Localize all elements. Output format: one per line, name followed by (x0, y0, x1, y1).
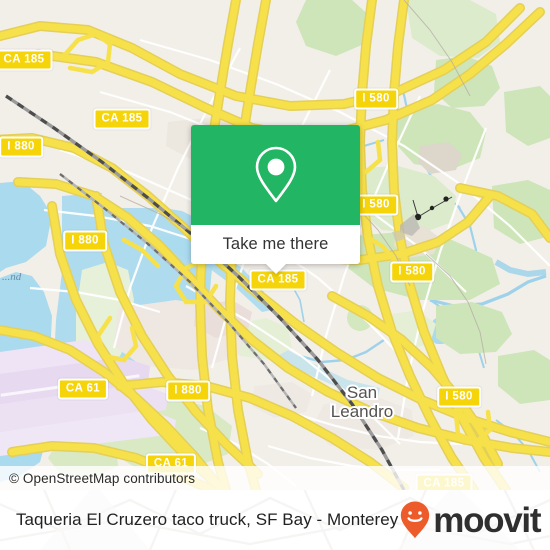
page-title: Taqueria El Cruzero taco truck, SF Bay -… (16, 510, 399, 529)
road-shield: CA 185 (0, 49, 53, 71)
road-shield: I 580 (354, 88, 398, 110)
take-me-there-label: Take me there (222, 235, 329, 253)
road-shield: CA 61 (57, 378, 109, 400)
road-shield: I 580 (390, 261, 434, 283)
road-shield: I 580 (437, 386, 481, 408)
page-footer: Taqueria El Cruzero taco truck, SF Bay -… (0, 490, 550, 550)
road-shield: I 880 (0, 136, 43, 158)
attribution-text: © OpenStreetMap contributors (9, 470, 196, 486)
callout-icon-panel (191, 125, 360, 225)
moovit-wordmark: moovit (433, 500, 541, 540)
road-shield: I 880 (166, 380, 210, 402)
take-me-there-button[interactable]: Take me there (191, 225, 360, 274)
location-pin-outline-icon (255, 146, 296, 203)
callout-pointer-tail (264, 263, 287, 274)
moovit-map-page: ...nd San San Leandro Leandro CA 185 CA 1… (0, 0, 550, 550)
road-shield: CA 185 (93, 108, 151, 130)
road-shield: I 580 (354, 194, 398, 216)
map-attribution: © OpenStreetMap contributors (0, 466, 550, 490)
place-label-line2: Leandro (331, 402, 393, 421)
moovit-brand-logo[interactable]: moovit (398, 500, 550, 540)
destination-callout-card[interactable]: Take me there (191, 125, 360, 274)
place-label-line1: San (347, 383, 377, 402)
water-label: ...nd (2, 271, 22, 283)
road-shield: I 880 (63, 230, 107, 252)
moovit-smiley-pin-icon (401, 501, 430, 539)
